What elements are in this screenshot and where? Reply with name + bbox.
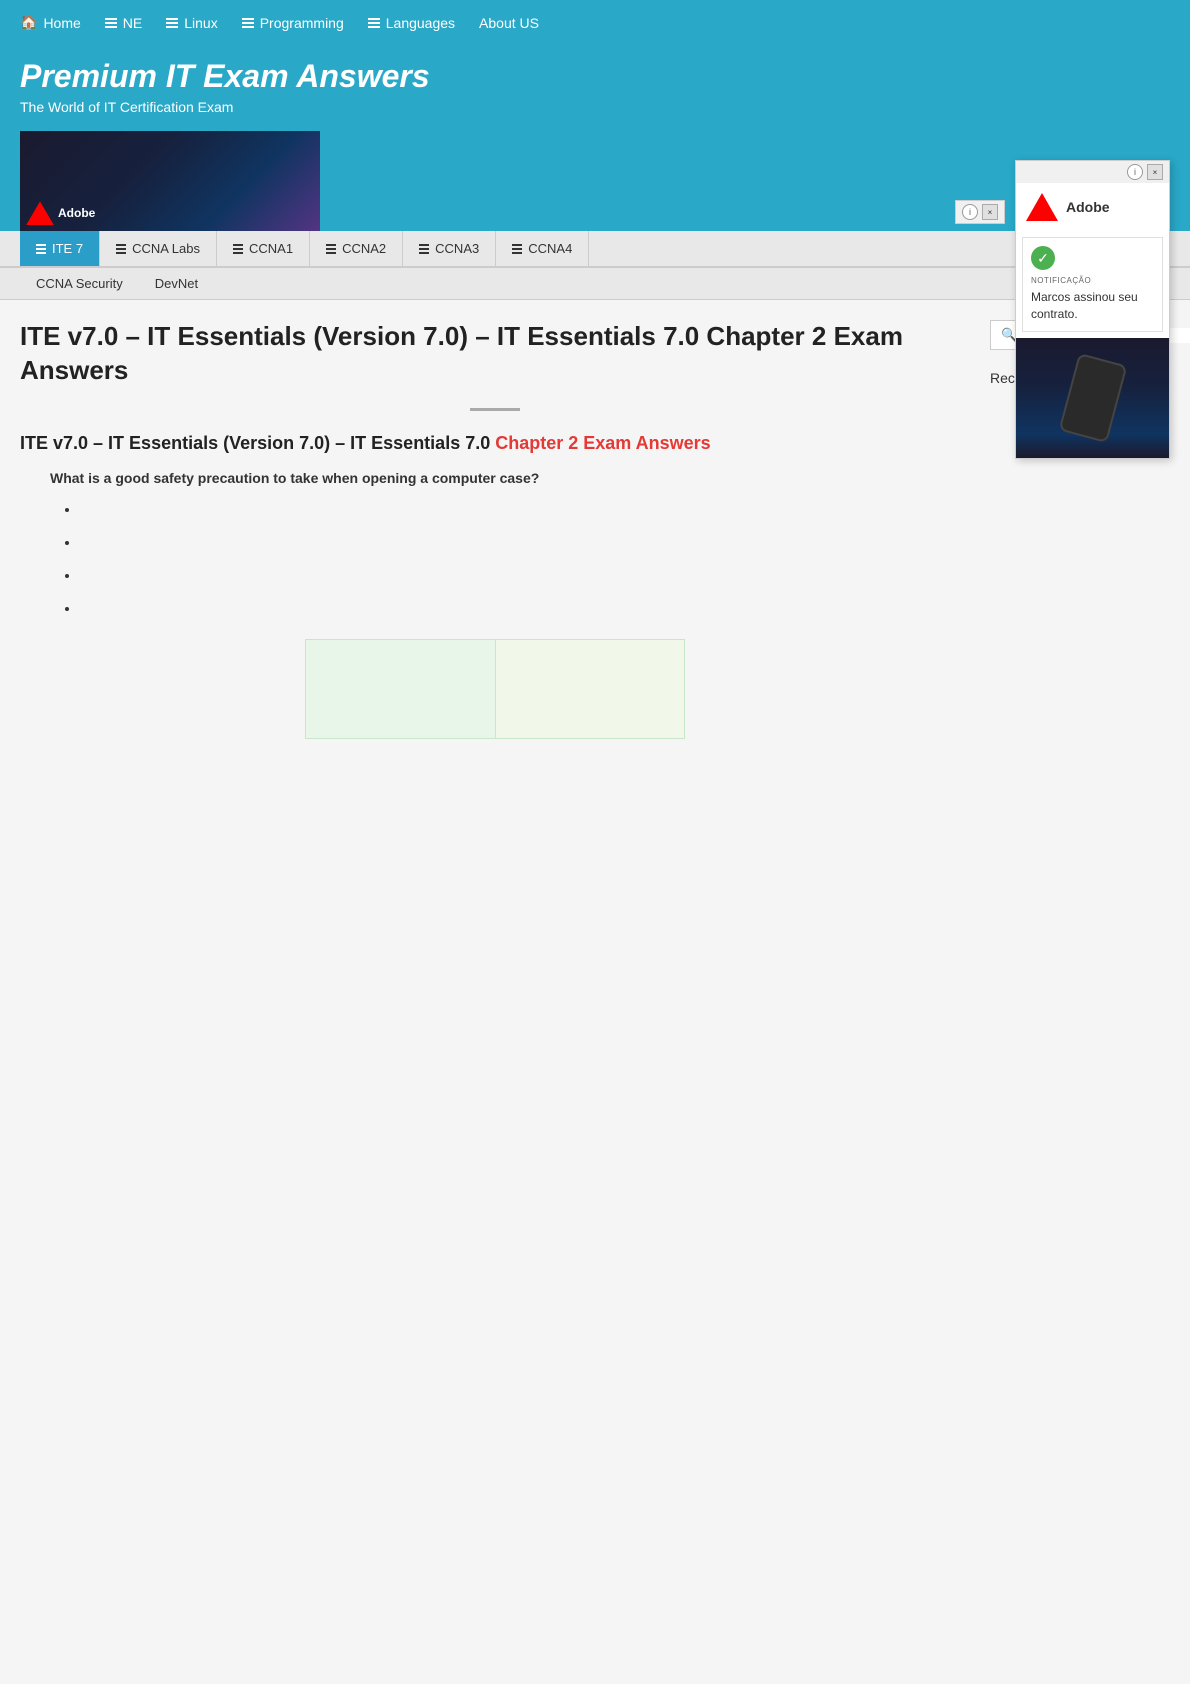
answer-list (80, 499, 970, 619)
green-box-right (496, 640, 685, 738)
content-divider (470, 408, 520, 411)
hero-banner: Adobe (0, 131, 1190, 231)
sub-nav-ccna-security-label: CCNA Security (36, 276, 123, 291)
nav-programming[interactable]: Programming (242, 15, 344, 31)
nav-programming-label: Programming (260, 15, 344, 31)
ad-notification-text: Marcos assinou seu contrato. (1031, 289, 1154, 323)
sub-nav-devnet[interactable]: DevNet (139, 268, 214, 299)
sub-nav-ccna4-label: CCNA4 (528, 241, 572, 256)
ad-adobe-logo-area: Adobe (1016, 183, 1169, 231)
sub-nav-ccna3[interactable]: CCNA3 (403, 231, 496, 266)
green-box-left (306, 640, 496, 738)
site-title: Premium IT Exam Answers (20, 57, 1170, 95)
sub-nav-devnet-label: DevNet (155, 276, 198, 291)
adobe-hero-text: Adobe (58, 206, 95, 220)
sub-nav-ccna2-label: CCNA2 (342, 241, 386, 256)
sub-nav-ite7[interactable]: ITE 7 (20, 231, 100, 266)
ad-notification-label: NOTIFICAÇÃO (1031, 276, 1154, 285)
article-title: ITE v7.0 – IT Essentials (Version 7.0) –… (20, 431, 970, 456)
sub-nav-ite7-label: ITE 7 (52, 241, 83, 256)
nav-about-label: About US (479, 15, 539, 31)
sub-navigation: ITE 7 CCNA Labs CCNA1 CCNA2 CCNA3 CCNA4 (0, 231, 1190, 268)
adobe-ad-inner: i × Adobe ✓ NOTIFICAÇÃO Marcos assinou s… (1015, 160, 1170, 459)
menu-icon-languages (368, 18, 380, 28)
ad-checkmark-icon: ✓ (1031, 246, 1055, 270)
article-title-highlight: Chapter 2 Exam Answers (495, 433, 710, 453)
ad-adobe-text: Adobe (1066, 199, 1110, 215)
adobe-ad-popup: i × Adobe ✓ NOTIFICAÇÃO Marcos assinou s… (1015, 160, 1170, 459)
nav-languages-label: Languages (386, 15, 455, 31)
phone-shape-icon (1058, 352, 1127, 442)
answer-item-2 (80, 532, 970, 553)
sub-nav-ccna4[interactable]: CCNA4 (496, 231, 589, 266)
site-subtitle: The World of IT Certification Exam (20, 99, 1170, 115)
top-navigation: 🏠 Home NE Linux Programming Languages Ab… (0, 0, 1190, 45)
site-header: Premium IT Exam Answers The World of IT … (0, 45, 1190, 131)
menu-icon-programming (242, 18, 254, 28)
ad-info-icon[interactable]: i (1127, 164, 1143, 180)
hero-image: Adobe (20, 131, 320, 231)
home-icon: 🏠 (20, 14, 37, 31)
sub-nav-ccna2[interactable]: CCNA2 (310, 231, 403, 266)
ad2-info-icon[interactable]: i (962, 204, 978, 220)
article-question: What is a good safety precaution to take… (50, 468, 970, 489)
nav-home-label: Home (43, 15, 80, 31)
menu-icon-ccna1 (233, 244, 243, 254)
sub-nav-ccna-labs-label: CCNA Labs (132, 241, 200, 256)
menu-icon-ite7 (36, 244, 46, 254)
page-title: ITE v7.0 – IT Essentials (Version 7.0) –… (20, 320, 970, 388)
ad2-top-bar: i × (955, 200, 1005, 224)
ad-notification: ✓ NOTIFICAÇÃO Marcos assinou seu contrat… (1022, 237, 1163, 332)
sub-nav-ccna3-label: CCNA3 (435, 241, 479, 256)
article-title-start: ITE v7.0 – IT Essentials (Version 7.0) –… (20, 433, 495, 453)
main-content: ITE v7.0 – IT Essentials (Version 7.0) –… (20, 320, 970, 739)
adobe-triangle-icon (26, 201, 54, 225)
nav-linux[interactable]: Linux (166, 15, 217, 31)
menu-icon-ccna2 (326, 244, 336, 254)
menu-icon-ccna3 (419, 244, 429, 254)
nav-languages[interactable]: Languages (368, 15, 455, 31)
answer-item-3 (80, 565, 970, 586)
adobe-triangle-ad-icon (1026, 193, 1058, 221)
article-section: ITE v7.0 – IT Essentials (Version 7.0) –… (20, 431, 970, 619)
ad-top-bar: i × (1016, 161, 1169, 183)
ad-phone-image (1016, 338, 1169, 458)
answer-item-4 (80, 598, 970, 619)
nav-home[interactable]: 🏠 Home (20, 14, 81, 31)
menu-icon-ccna-labs (116, 244, 126, 254)
adobe-logo-hero: Adobe (26, 201, 95, 225)
answer-item-1 (80, 499, 970, 520)
green-box-placeholder (305, 639, 685, 739)
sub-nav-ccna-security[interactable]: CCNA Security (20, 268, 139, 299)
sub-nav-ccna-labs[interactable]: CCNA Labs (100, 231, 217, 266)
menu-icon-ccna4 (512, 244, 522, 254)
menu-icon-linux (166, 18, 178, 28)
main-wrapper: ITE v7.0 – IT Essentials (Version 7.0) –… (0, 300, 1190, 759)
ad-close-btn[interactable]: × (1147, 164, 1163, 180)
sub-navigation-2: CCNA Security DevNet (0, 268, 1190, 300)
nav-linux-label: Linux (184, 15, 217, 31)
sub-nav-ccna1-label: CCNA1 (249, 241, 293, 256)
nav-about[interactable]: About US (479, 15, 539, 31)
page-title-block: ITE v7.0 – IT Essentials (Version 7.0) –… (20, 320, 970, 388)
sub-nav-ccna1[interactable]: CCNA1 (217, 231, 310, 266)
adobe-ad-2: i × (955, 200, 1005, 224)
nav-ne[interactable]: NE (105, 15, 142, 31)
menu-icon-ne (105, 18, 117, 28)
nav-ne-label: NE (123, 15, 142, 31)
ad2-close-btn[interactable]: × (982, 204, 998, 220)
